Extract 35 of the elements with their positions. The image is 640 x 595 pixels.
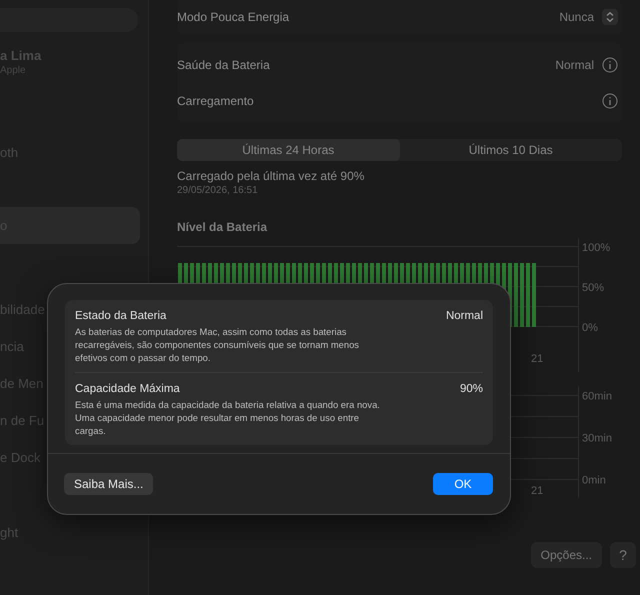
section-description: Esta é uma medida da capacidade da bateria relativa a quando era nova. Uma capacidade menor pode resultar em menos horas de uso entre cargas. <box>75 398 381 437</box>
info-icon[interactable] <box>602 93 618 109</box>
setting-value: Normal <box>555 58 594 72</box>
axis-label: 0min <box>582 474 606 486</box>
setting-value[interactable]: Nunca <box>559 10 594 24</box>
setting-label: Saúde da Bateria <box>177 58 271 72</box>
segment-tab[interactable]: Últimas 24 Horas <box>177 139 400 161</box>
segment-tab[interactable]: Últimos 10 Dias <box>400 139 622 161</box>
learn-more-button[interactable]: Saiba Mais... <box>64 473 154 495</box>
section-description: As baterias de computadores Mac, assim como todas as baterias recarregáveis, são componentes consumíveis que se tornam menos efetivos com o passar do tempo. <box>75 325 360 364</box>
chart-bar <box>520 263 524 327</box>
section-title: Capacidade Máxima <box>75 383 180 395</box>
section-value: 90% <box>460 383 483 395</box>
setting-label: Carregamento <box>177 94 255 108</box>
chart-title: Nível da Bateria <box>177 220 268 234</box>
axis-label: 50% <box>582 282 604 294</box>
time-label: 21 <box>531 353 544 365</box>
chart-bar <box>514 263 518 327</box>
ok-button[interactable]: OK <box>433 473 493 495</box>
axis-label: 30min <box>582 432 612 444</box>
last-charge-date: 29/05/2026, 16:51 <box>177 185 259 196</box>
chart-bar <box>526 263 530 327</box>
section-value: Normal <box>446 310 483 322</box>
last-charge-text: Carregado pela última vez até 90% <box>177 169 366 183</box>
section-title: Estado da Bateria <box>75 310 166 322</box>
axis-label: 0% <box>582 322 598 334</box>
options-button[interactable]: Opções... <box>530 542 602 568</box>
help-button[interactable]: ? <box>610 542 636 568</box>
axis-label: 100% <box>582 242 610 254</box>
chart-bar <box>532 263 536 327</box>
setting-label: Modo Pouca Energia <box>177 10 290 24</box>
axis-label: 60min <box>582 390 612 402</box>
info-icon[interactable] <box>602 57 618 73</box>
time-label: 21 <box>531 485 544 497</box>
stepper-icon[interactable] <box>602 9 618 25</box>
